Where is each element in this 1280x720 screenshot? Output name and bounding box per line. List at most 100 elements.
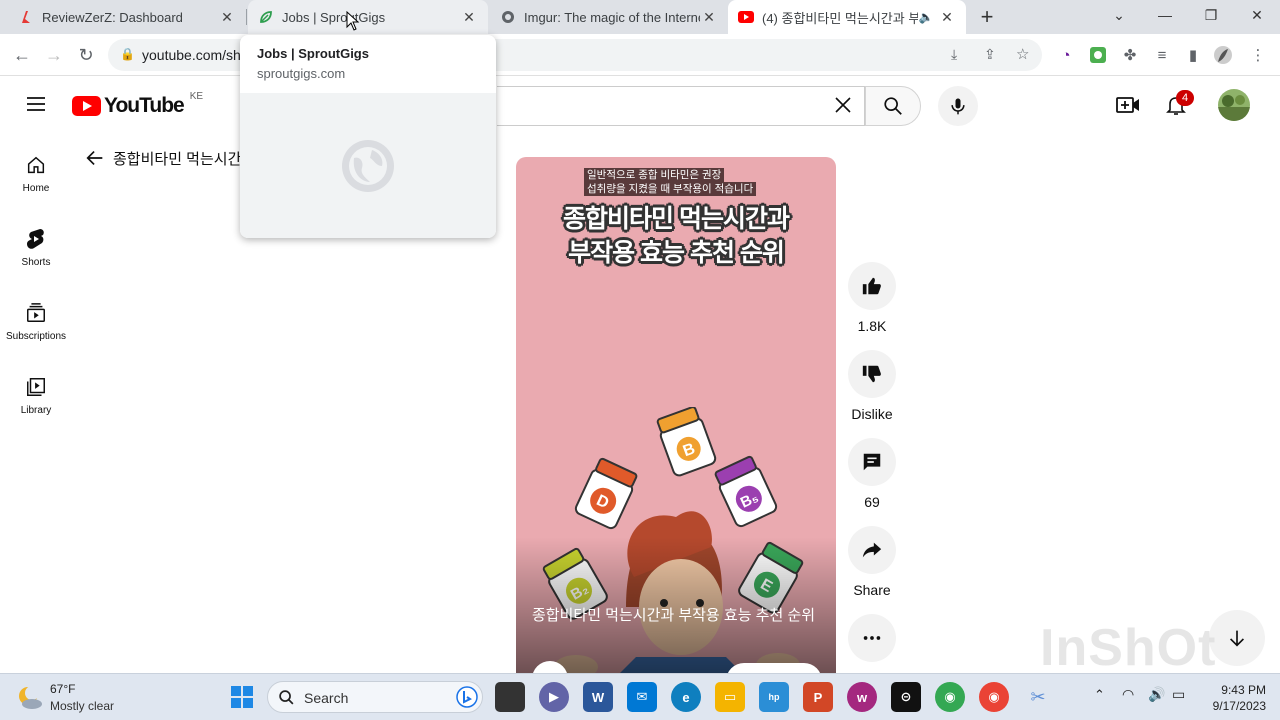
snipping-tool-icon[interactable]: ✂ — [1023, 682, 1053, 712]
tab-search-chevron-icon[interactable]: ⌄ — [1096, 0, 1142, 30]
install-icon[interactable]: ⤓ — [951, 46, 957, 63]
clear-search-icon[interactable] — [831, 93, 855, 122]
reload-button[interactable]: ↻ — [73, 42, 99, 68]
chrome-icon[interactable]: ◉ — [979, 682, 1009, 712]
like-count: 1.8K — [857, 318, 887, 334]
account-avatar[interactable] — [1218, 89, 1250, 121]
shorts-header-title: 종합비타민 먹는시간 — [113, 151, 242, 168]
extensions-puzzle-icon[interactable]: ✤ — [1119, 44, 1141, 66]
extension-green-icon[interactable] — [1087, 44, 1109, 66]
media-control-icon[interactable]: ≡ — [1151, 44, 1173, 66]
shorts-icon — [0, 227, 72, 251]
mouse-cursor-icon — [346, 10, 360, 36]
url-text: youtube.com/sh — [142, 47, 241, 63]
back-button[interactable]: ← — [9, 42, 35, 68]
tab-title: Imgur: The magic of the Internet — [524, 9, 700, 25]
youtube-icon — [738, 9, 754, 25]
youtube-logo[interactable]: YouTube KE — [72, 91, 203, 118]
video-overlay-title-line-1: 종합비타민 먹는시간과 — [563, 205, 790, 233]
close-window-button[interactable]: ✕ — [1234, 0, 1280, 30]
close-tab-icon[interactable]: ✕ — [938, 8, 956, 26]
like-button[interactable]: 1.8K — [844, 262, 900, 334]
moon-cloud-icon — [19, 686, 42, 709]
tab-divider — [246, 9, 247, 25]
tab-title: Jobs | SproutGigs — [282, 9, 386, 25]
tab-sproutgigs[interactable]: Jobs | SproutGigs ✕ — [248, 0, 488, 34]
sidebar-item-library[interactable]: Library — [0, 375, 72, 416]
hover-card-title: Jobs | SproutGigs — [257, 46, 369, 61]
edge-icon[interactable]: e — [671, 682, 701, 712]
restore-button[interactable]: ❐ — [1188, 0, 1234, 30]
video-caption-line-1: 일반적으로 종합 비타민은 권장 — [584, 168, 725, 182]
reviewzerz-icon — [18, 9, 34, 25]
more-actions-button[interactable] — [844, 614, 900, 670]
forward-button[interactable]: → — [41, 42, 67, 68]
tab-youtube[interactable]: (4) 종합비타민 먹는시간과 부 🔈 ✕ — [728, 0, 966, 34]
browser-menu-icon[interactable]: ⋮ — [1247, 44, 1269, 66]
sidebar-item-shorts[interactable]: Shorts — [0, 227, 72, 268]
sidebar-item-label: Subscriptions — [5, 331, 67, 342]
close-tab-icon[interactable]: ✕ — [218, 8, 236, 26]
hover-card-domain: sproutgigs.com — [257, 66, 346, 81]
hamburger-menu-icon[interactable] — [24, 92, 48, 121]
home-icon — [0, 153, 72, 177]
bing-icon[interactable] — [456, 686, 478, 708]
task-view-icon[interactable] — [495, 682, 525, 712]
share-button[interactable]: Share — [844, 526, 900, 598]
volume-icon[interactable]: 🔊 — [1148, 686, 1165, 703]
share-icon — [848, 526, 896, 574]
weather-temperature: 67°F — [50, 682, 76, 696]
tab-reviewzerz[interactable]: ReviewZerZ: Dashboard ✕ — [8, 0, 246, 34]
microphone-icon — [951, 98, 965, 115]
tab-title: ReviewZerZ: Dashboard — [42, 9, 183, 25]
close-tab-icon[interactable]: ✕ — [460, 8, 478, 26]
youtube-masthead: YouTube KE 4 — [0, 76, 1280, 134]
bookmark-star-icon[interactable]: ☆ — [1016, 45, 1029, 63]
share-label: Share — [853, 582, 891, 598]
tab-title: (4) 종합비타민 먹는시간과 부 — [762, 10, 918, 26]
speaker-icon[interactable]: 🔈 — [918, 9, 934, 25]
search-button[interactable] — [865, 86, 921, 126]
new-tab-button[interactable]: + — [974, 4, 1000, 30]
taskbar-clock[interactable]: 9:43 PM 9/17/2023 — [1196, 682, 1266, 714]
thumbs-down-icon — [848, 350, 896, 398]
taskbar-search-box[interactable]: Search — [267, 681, 483, 713]
dislike-label: Dislike — [851, 406, 893, 422]
dislike-button[interactable]: Dislike — [844, 350, 900, 422]
tab-imgur[interactable]: Imgur: The magic of the Internet ✕ — [490, 0, 728, 34]
app-w-icon[interactable]: w — [847, 682, 877, 712]
powerpoint-icon[interactable]: P — [803, 682, 833, 712]
battery-icon[interactable]: ▭ — [1172, 686, 1185, 703]
myhp-icon[interactable]: hp — [759, 682, 789, 712]
profile-avatar-icon[interactable] — [1212, 44, 1234, 66]
taskbar-search-label: Search — [304, 690, 349, 706]
word-icon[interactable]: W — [583, 682, 613, 712]
comments-button[interactable]: 69 — [844, 438, 900, 510]
mail-icon[interactable]: ✉ — [627, 682, 657, 712]
minimize-button[interactable]: — — [1142, 0, 1188, 30]
file-explorer-icon[interactable]: ▭ — [715, 682, 745, 712]
windows-start-button[interactable] — [227, 682, 257, 712]
teams-chat-icon[interactable]: ▶ — [539, 682, 569, 712]
side-panel-icon[interactable]: ▮ — [1182, 44, 1204, 66]
globe-icon — [342, 139, 394, 192]
sproutgigs-icon — [258, 9, 274, 25]
voice-search-button[interactable] — [938, 86, 978, 126]
search-input[interactable] — [497, 86, 865, 126]
system-tray-chevron-icon[interactable]: ⌃ — [1094, 687, 1105, 703]
back-arrow-icon[interactable] — [84, 147, 106, 174]
chrome-profile-icon[interactable]: ◉ — [935, 682, 965, 712]
share-page-icon[interactable]: ⇪ — [984, 46, 996, 63]
screen-recorder-icon[interactable]: ⊝ — [891, 682, 921, 712]
sidebar-item-subscriptions[interactable]: Subscriptions — [0, 301, 72, 342]
wifi-icon[interactable]: ◠ — [1122, 686, 1134, 703]
comment-count: 69 — [864, 494, 880, 510]
close-tab-icon[interactable]: ✕ — [700, 8, 718, 26]
extension-chart-icon[interactable]: ◔ — [1055, 44, 1077, 66]
lock-icon: 🔒 — [120, 47, 135, 61]
shorts-video-player[interactable]: 일반적으로 종합 비타민은 권장 섭취량을 지켰을 때 부작용이 적습니다 종합… — [516, 157, 836, 677]
sidebar-item-label: Library — [20, 405, 52, 416]
create-video-icon[interactable] — [1115, 93, 1141, 122]
next-short-button[interactable] — [1209, 610, 1265, 666]
sidebar-item-home[interactable]: Home — [0, 153, 72, 194]
